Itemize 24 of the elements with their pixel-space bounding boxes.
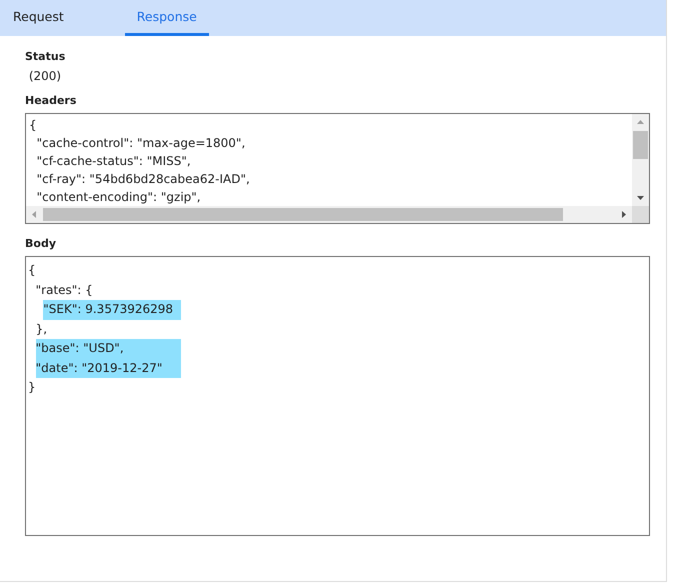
- body-label: Body: [25, 237, 57, 250]
- scroll-down-icon[interactable]: [637, 194, 644, 201]
- code-line: },: [36, 320, 48, 338]
- tab[interactable]: Response: [124, 0, 209, 36]
- code-line: "cf-cache-status": "MISS",: [36, 153, 192, 170]
- code-line: {: [29, 117, 38, 134]
- code-line: "rates": {: [36, 282, 94, 298]
- scrollbar-corner: [632, 206, 649, 223]
- status-value: (200): [28, 69, 62, 83]
- code-line: {: [28, 262, 37, 279]
- scroll-right-icon[interactable]: [620, 211, 627, 218]
- scroll-up-icon[interactable]: [637, 119, 644, 126]
- status-label: Status: [25, 50, 66, 63]
- vertical-scrollbar[interactable]: [632, 114, 649, 206]
- headers-label: Headers: [25, 94, 78, 107]
- code-line: "cf-ray": "54bd6bd28cabea62-IAD",: [36, 171, 251, 188]
- tab[interactable]: Request: [2, 0, 75, 36]
- headers-text-area[interactable]: { "cache-control": "max-age=1800", "cf-cache-status": "MISS", "cf-ray": "54bd6bd28cabea62-IAD", "content-encoding": "gzip",: [25, 113, 650, 224]
- body-text-area[interactable]: { "rates": { "SEK": 9.3573926298 }, "base": "USD", "date": "2019-12-27" }: [25, 256, 650, 536]
- horizontal-scrollbar[interactable]: [26, 206, 632, 223]
- code-line: "cache-control": "max-age=1800",: [36, 135, 246, 152]
- code-line: "content-encoding": "gzip",: [36, 189, 202, 206]
- scroll-left-icon[interactable]: [31, 211, 38, 218]
- code-line: }: [28, 379, 37, 396]
